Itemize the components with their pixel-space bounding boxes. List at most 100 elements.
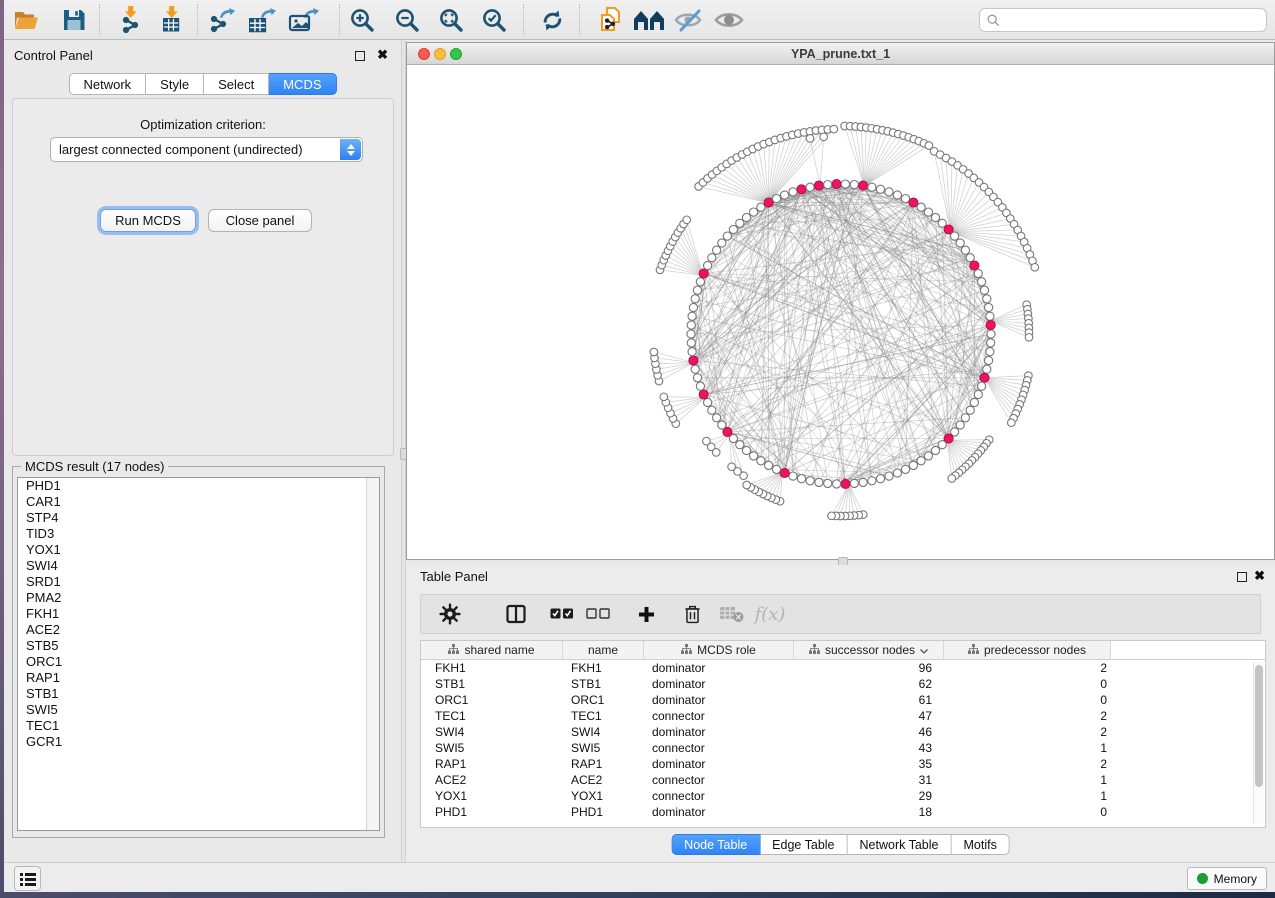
window-minimize-icon[interactable] — [434, 48, 446, 60]
table-cell[interactable]: ACE2 — [421, 772, 563, 788]
table-cell[interactable]: 2 — [944, 756, 1111, 772]
table-row[interactable]: FKH1FKH1dominator962 — [421, 660, 1265, 676]
tab-node-table[interactable]: Node Table — [671, 834, 760, 855]
table-cell[interactable]: STB1 — [421, 676, 563, 692]
tab-motifs[interactable]: Motifs — [951, 834, 1009, 855]
table-cell[interactable]: ORC1 — [421, 692, 563, 708]
table-row[interactable]: RAP1RAP1dominator352 — [421, 756, 1265, 772]
mcds-result-item[interactable]: PHD1 — [18, 478, 379, 494]
table-cell[interactable]: dominator — [644, 660, 794, 676]
table-row[interactable]: YOX1YOX1connector291 — [421, 788, 1265, 804]
mcds-result-item[interactable]: GCR1 — [18, 734, 379, 750]
deselect-all-icon[interactable] — [583, 599, 613, 629]
first-neighbors-icon[interactable] — [631, 4, 667, 36]
table-cell[interactable]: PHD1 — [563, 804, 644, 820]
export-network-icon[interactable] — [204, 4, 240, 36]
select-all-icon[interactable] — [547, 599, 577, 629]
table-scrollbar[interactable] — [1253, 662, 1264, 823]
tab-style[interactable]: Style — [146, 73, 204, 95]
column-header-predecessor-nodes[interactable]: predecessor nodes — [944, 641, 1111, 660]
search-field[interactable] — [979, 8, 1267, 32]
search-input[interactable] — [1005, 13, 1266, 27]
table-cell[interactable]: dominator — [644, 724, 794, 740]
table-cell[interactable]: 96 — [794, 660, 944, 676]
automation-panel-button[interactable] — [14, 866, 41, 891]
tab-network-table[interactable]: Network Table — [848, 834, 952, 855]
table-cell[interactable]: SWI4 — [563, 724, 644, 740]
hide-selected-icon[interactable] — [671, 4, 707, 36]
table-cell[interactable]: RAP1 — [563, 756, 644, 772]
mcds-result-item[interactable]: SWI4 — [18, 558, 379, 574]
table-row[interactable]: SWI5SWI5connector431 — [421, 740, 1265, 756]
table-cell[interactable]: 46 — [794, 724, 944, 740]
column-header-MCDS-role[interactable]: MCDS role — [644, 641, 794, 660]
table-cell[interactable]: SWI5 — [421, 740, 563, 756]
table-cell[interactable]: dominator — [644, 804, 794, 820]
table-cell[interactable]: connector — [644, 788, 794, 804]
table-cell[interactable]: TEC1 — [421, 708, 563, 724]
table-cell[interactable]: dominator — [644, 692, 794, 708]
table-row[interactable]: TEC1TEC1connector472 — [421, 708, 1265, 724]
table-row[interactable]: PHD1PHD1dominator180 — [421, 804, 1265, 820]
table-cell[interactable]: 43 — [794, 740, 944, 756]
delete-column-icon[interactable] — [677, 599, 707, 629]
mcds-list-scrollbar[interactable] — [366, 478, 379, 830]
gear-icon[interactable] — [435, 599, 465, 629]
table-cell[interactable]: ORC1 — [563, 692, 644, 708]
table-cell[interactable]: dominator — [644, 756, 794, 772]
mcds-result-item[interactable]: ORC1 — [18, 654, 379, 670]
mcds-result-item[interactable]: SWI5 — [18, 702, 379, 718]
zoom-fit-icon[interactable] — [433, 4, 469, 36]
table-cell[interactable]: RAP1 — [421, 756, 563, 772]
table-cell[interactable]: YOX1 — [563, 788, 644, 804]
table-cell[interactable]: dominator — [644, 676, 794, 692]
network-graph-svg[interactable] — [407, 65, 1274, 559]
mcds-result-item[interactable]: ACE2 — [18, 622, 379, 638]
table-cell[interactable]: FKH1 — [563, 660, 644, 676]
tab-mcds[interactable]: MCDS — [269, 73, 336, 95]
mcds-result-item[interactable]: RAP1 — [18, 670, 379, 686]
import-table-icon[interactable] — [154, 4, 190, 36]
mcds-result-item[interactable]: FKH1 — [18, 606, 379, 622]
table-cell[interactable]: connector — [644, 708, 794, 724]
mcds-result-item[interactable]: PMA2 — [18, 590, 379, 606]
table-cell[interactable]: ACE2 — [563, 772, 644, 788]
table-cell[interactable]: YOX1 — [421, 788, 563, 804]
network-canvas[interactable] — [407, 65, 1274, 559]
refresh-icon[interactable] — [534, 4, 570, 36]
mcds-result-list[interactable]: PHD1CAR1STP4TID3YOX1SWI4SRD1PMA2FKH1ACE2… — [17, 477, 380, 831]
mcds-result-item[interactable]: YOX1 — [18, 542, 379, 558]
optimization-criterion-select[interactable]: largest connected component (undirected) — [50, 137, 363, 162]
zoom-selected-icon[interactable] — [476, 4, 512, 36]
mcds-result-item[interactable]: SRD1 — [18, 574, 379, 590]
import-network-icon[interactable] — [113, 4, 149, 36]
zoom-out-icon[interactable] — [389, 4, 425, 36]
table-cell[interactable]: 62 — [794, 676, 944, 692]
control-panel-float-icon[interactable] — [355, 51, 365, 61]
table-row[interactable]: STB1STB1dominator620 — [421, 676, 1265, 692]
table-cell[interactable]: 0 — [944, 692, 1111, 708]
table-cell[interactable]: FKH1 — [421, 660, 563, 676]
tab-select[interactable]: Select — [204, 73, 269, 95]
table-cell[interactable]: 18 — [794, 804, 944, 820]
column-header-shared-name[interactable]: shared name — [421, 641, 563, 660]
column-visibility-icon[interactable] — [501, 599, 531, 629]
table-panel-close-icon[interactable]: ✖ — [1254, 568, 1265, 584]
tab-edge-table[interactable]: Edge Table — [760, 834, 847, 855]
table-cell[interactable]: 2 — [944, 660, 1111, 676]
table-cell[interactable]: STB1 — [563, 676, 644, 692]
table-row[interactable]: ORC1ORC1dominator610 — [421, 692, 1265, 708]
mcds-result-item[interactable]: CAR1 — [18, 494, 379, 510]
table-cell[interactable]: 47 — [794, 708, 944, 724]
close-panel-button[interactable]: Close panel — [208, 209, 312, 232]
column-header-name[interactable]: name — [563, 641, 644, 660]
table-cell[interactable]: 1 — [944, 772, 1111, 788]
export-image-icon[interactable] — [286, 4, 322, 36]
table-cell[interactable]: 2 — [944, 708, 1111, 724]
table-cell[interactable]: 35 — [794, 756, 944, 772]
table-cell[interactable]: connector — [644, 740, 794, 756]
open-file-icon[interactable] — [8, 4, 44, 36]
control-panel-close-icon[interactable]: ✖ — [377, 47, 388, 63]
table-scrollbar-thumb[interactable] — [1255, 665, 1263, 787]
table-panel-float-icon[interactable] — [1237, 572, 1247, 582]
